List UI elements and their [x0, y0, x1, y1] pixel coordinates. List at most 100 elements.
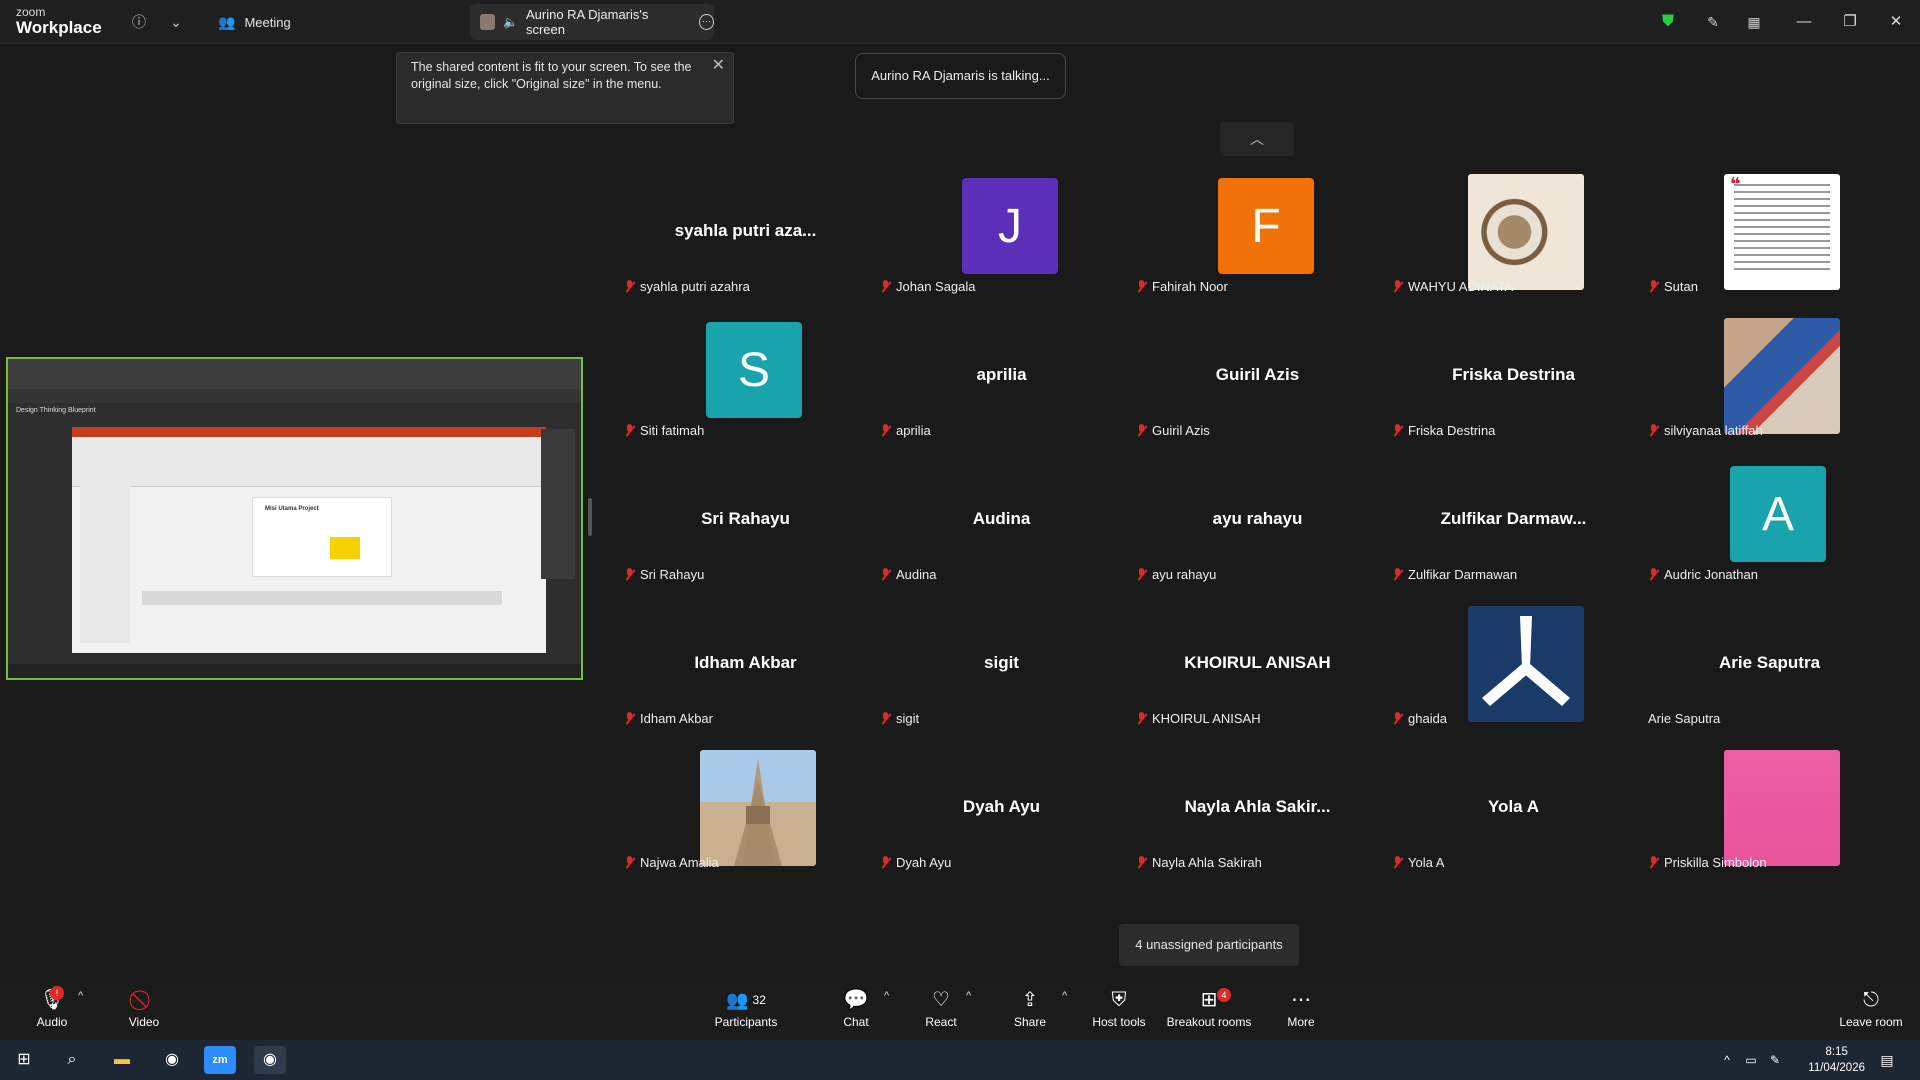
pen-icon[interactable]: ✎: [1764, 1046, 1786, 1074]
breakout-rooms-button[interactable]: ⊞ Breakout rooms: [1166, 988, 1252, 1036]
react-button[interactable]: ♡ React: [924, 988, 958, 1036]
chrome-icon[interactable]: ◉: [156, 1046, 188, 1074]
windows-start-icon[interactable]: ⊞: [8, 1046, 40, 1074]
share-button[interactable]: ⇪ Share: [1014, 988, 1046, 1036]
mic-muted-icon: [1136, 279, 1148, 294]
video-button[interactable]: ⃠ Video: [122, 988, 166, 1036]
participant-tile[interactable]: silviyanaa latiffah: [1642, 310, 1897, 454]
tray-chevron-icon[interactable]: ^: [1716, 1046, 1738, 1074]
participant-tile[interactable]: ❝ Sutan: [1642, 166, 1897, 310]
participant-name: ayu rahayu: [1152, 567, 1217, 582]
mic-muted-icon: [624, 279, 636, 294]
participant-name-label: Dyah Ayu: [880, 855, 951, 870]
host-tools-button[interactable]: ⛨ Host tools: [1090, 988, 1148, 1036]
chevron-down-icon[interactable]: ⌄: [166, 12, 186, 32]
participant-tile[interactable]: J Johan Sagala: [874, 166, 1129, 310]
shared-screen-view[interactable]: Design Thinking Blueprint Misi Utama Pro…: [6, 357, 583, 680]
participant-tile[interactable]: F Fahirah Noor: [1130, 166, 1385, 310]
participants-button[interactable]: 👥 32 Participants: [712, 988, 780, 1036]
resize-handle[interactable]: [588, 498, 592, 536]
chrome-active-icon[interactable]: ◉: [254, 1046, 286, 1074]
participant-tile[interactable]: Priskilla Simbolon: [1642, 742, 1897, 886]
participant-tile[interactable]: Dyah Ayu Dyah Ayu: [874, 742, 1129, 886]
more-label: More: [1287, 1015, 1315, 1029]
file-explorer-icon[interactable]: ▬: [106, 1046, 138, 1074]
mic-muted-icon: [624, 423, 636, 438]
participant-photo: [1468, 174, 1584, 290]
participant-tile[interactable]: syahla putri aza... syahla putri azahra: [618, 166, 873, 310]
share-caret-icon[interactable]: ^: [1062, 990, 1067, 1002]
participant-tile[interactable]: ayu rahayu ayu rahayu: [1130, 454, 1385, 598]
mic-muted-icon: [624, 567, 636, 582]
shared-screen-tab[interactable]: 🔈 Aurino RA Djamaris's screen ···: [470, 4, 714, 40]
chat-caret-icon[interactable]: ^: [884, 990, 889, 1002]
meeting-button[interactable]: 👥 Meeting: [218, 10, 291, 34]
shared-document: Misi Utama Project: [72, 427, 546, 653]
share-label: Share: [1014, 1015, 1047, 1029]
participant-tile[interactable]: KHOIRUL ANISAH KHOIRUL ANISAH: [1130, 598, 1385, 742]
participant-tile[interactable]: Arie Saputra Arie Saputra: [1642, 598, 1897, 742]
participant-tile[interactable]: ghaida: [1386, 598, 1641, 742]
mic-muted-icon: [1648, 279, 1660, 294]
quote-text-graphic: [1734, 184, 1830, 270]
participant-tile[interactable]: S Siti fatimah: [618, 310, 873, 454]
shared-taskbar: [8, 664, 581, 678]
participant-tile[interactable]: Idham Akbar Idham Akbar: [618, 598, 873, 742]
notification-icon[interactable]: ▤: [1874, 1046, 1900, 1074]
participant-tile[interactable]: Najwa Amalia: [618, 742, 873, 886]
mic-muted-icon: [1648, 567, 1660, 582]
temple-photo-graphic: [734, 758, 782, 866]
react-label: React: [925, 1015, 957, 1029]
participant-tile[interactable]: Sri Rahayu Sri Rahayu: [618, 454, 873, 598]
participant-tile[interactable]: WAHYU ADINATA: [1386, 166, 1641, 310]
participant-name: Fahirah Noor: [1152, 279, 1228, 294]
shield-icon: ⛨: [1111, 989, 1127, 1011]
participant-tile[interactable]: Zulfikar Darmaw... Zulfikar Darmawan: [1386, 454, 1641, 598]
mic-muted-icon: [1392, 567, 1404, 582]
zoom-app-icon[interactable]: zm: [204, 1046, 236, 1074]
react-caret-icon[interactable]: ^: [966, 990, 971, 1002]
security-shield-icon[interactable]: ⛊: [1658, 12, 1678, 32]
close-icon[interactable]: ✕: [712, 57, 725, 74]
restore-icon[interactable]: ❐: [1838, 10, 1862, 34]
windows-taskbar: ⊞ ⌕ ▬ ◉ zm ◉ ^ ▭ ✎ 8:15 11/04/2026 ▤: [0, 1040, 1920, 1080]
screen-tab-label: Aurino RA Djamaris's screen: [525, 7, 649, 37]
participant-tile[interactable]: Audina Audina: [874, 454, 1129, 598]
participant-name-label: Idham Akbar: [624, 711, 713, 726]
more-button[interactable]: ⋯ More: [1284, 988, 1318, 1036]
zoom-logo: zoom Workplace: [16, 6, 102, 36]
participant-tile[interactable]: Yola A Yola A: [1386, 742, 1641, 886]
audio-caret-icon[interactable]: ^: [78, 990, 83, 1002]
system-clock[interactable]: 8:15 11/04/2026: [1808, 1044, 1865, 1076]
participant-tile[interactable]: Nayla Ahla Sakir... Nayla Ahla Sakirah: [1130, 742, 1385, 886]
scroll-up-button[interactable]: ︿: [1220, 122, 1294, 156]
network-icon[interactable]: ▭: [1740, 1046, 1762, 1074]
breakout-rooms-badge: 4: [1217, 988, 1231, 1002]
participant-name: Idham Akbar: [640, 711, 713, 726]
shared-slide-title: Misi Utama Project: [265, 506, 319, 512]
search-icon[interactable]: ⌕: [56, 1046, 88, 1074]
participant-name-label: ayu rahayu: [1136, 567, 1216, 582]
close-window-icon[interactable]: ✕: [1884, 10, 1908, 34]
participant-name-label: Audric Jonathan: [1648, 567, 1758, 582]
participant-display-name: Nayla Ahla Sakir...: [1184, 797, 1331, 816]
minimize-icon[interactable]: —: [1792, 10, 1816, 34]
shared-slide-panel: [80, 483, 130, 643]
pencil-icon[interactable]: ✎: [1703, 12, 1723, 32]
participant-tile[interactable]: Guiril Azis Guiril Azis: [1130, 310, 1385, 454]
ghaida-logo-icon: [1482, 616, 1570, 706]
participant-tile[interactable]: Friska Destrina Friska Destrina: [1386, 310, 1641, 454]
participant-tile[interactable]: A Audric Jonathan: [1642, 454, 1897, 598]
participant-display-name: syahla putri aza...: [674, 221, 817, 240]
info-icon[interactable]: ⓘ: [129, 12, 149, 32]
participant-name-label: Johan Sagala: [880, 279, 976, 294]
more-options-icon[interactable]: ···: [698, 14, 714, 30]
unassigned-participants-tooltip[interactable]: 4 unassigned participants: [1119, 924, 1299, 966]
participant-tile[interactable]: aprilia aprilia: [874, 310, 1129, 454]
participant-tile[interactable]: sigit sigit: [874, 598, 1129, 742]
view-layout-icon[interactable]: ▦: [1744, 12, 1764, 32]
chat-button[interactable]: 💬 Chat: [840, 988, 872, 1036]
participant-name-label: Fahirah Noor: [1136, 279, 1228, 294]
leave-room-button[interactable]: ⎋ Leave room: [1838, 988, 1904, 1036]
participant-name: aprilia: [896, 423, 931, 438]
